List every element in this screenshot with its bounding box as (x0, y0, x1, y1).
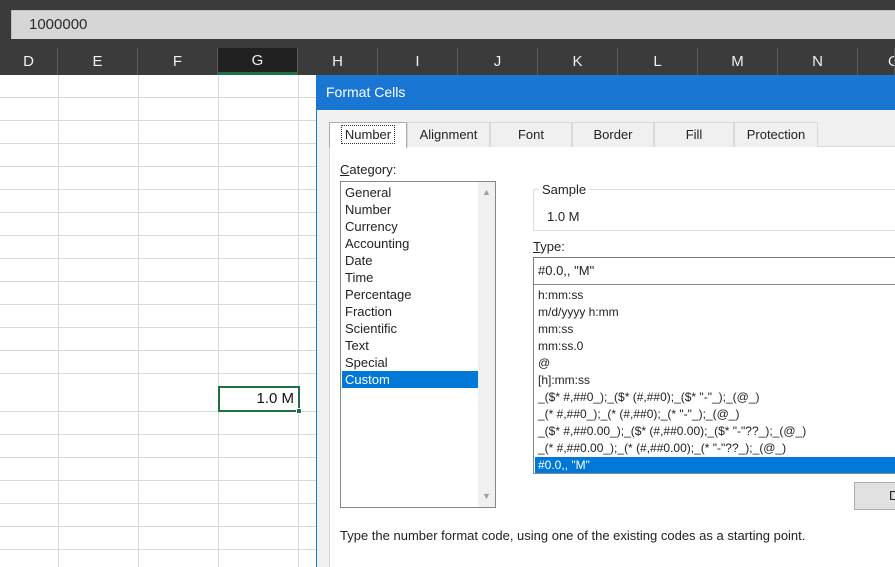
grid-line (0, 480, 316, 481)
dialog-title: Format Cells (326, 84, 406, 100)
category-list[interactable]: General Number Currency Accounting Date … (340, 181, 496, 508)
type-list-item[interactable]: h:mm:ss (535, 287, 895, 304)
hint-text: Type the number format code, using one o… (340, 528, 806, 543)
tab-label: Number (340, 125, 396, 144)
tab-font[interactable]: Font (490, 122, 572, 147)
category-item-time[interactable]: Time (342, 269, 496, 286)
grid-line (0, 549, 316, 550)
tab-border[interactable]: Border (572, 122, 654, 147)
column-header-e[interactable]: E (58, 48, 138, 75)
grid-line (0, 143, 316, 144)
column-header-h[interactable]: H (298, 48, 378, 75)
grid-line (138, 75, 139, 567)
category-item-custom[interactable]: Custom (342, 371, 495, 388)
category-item-special[interactable]: Special (342, 354, 496, 371)
type-list-item[interactable]: _($* #,##0_);_($* (#,##0);_($* "-"_);_(@… (535, 389, 895, 406)
format-cells-dialog: Format Cells Number Alignment Font Borde… (316, 75, 895, 567)
type-list-item[interactable]: mm:ss (535, 321, 895, 338)
column-header-i[interactable]: I (378, 48, 458, 75)
tab-alignment[interactable]: Alignment (407, 122, 490, 147)
sample-value: 1.0 M (547, 209, 580, 224)
category-item-text[interactable]: Text (342, 337, 496, 354)
grid-line (0, 281, 316, 282)
formula-bar: 1000000 (0, 0, 895, 48)
category-item-date[interactable]: Date (342, 252, 496, 269)
tab-label: Alignment (419, 127, 478, 142)
column-header-d[interactable]: D (0, 48, 58, 75)
type-list-item[interactable]: _($* #,##0.00_);_($* (#,##0.00);_($* "-"… (535, 423, 895, 440)
grid-line (58, 75, 59, 567)
grid-line (0, 434, 316, 435)
column-header-f[interactable]: F (138, 48, 218, 75)
column-header-l[interactable]: L (618, 48, 698, 75)
category-item-general[interactable]: General (342, 184, 496, 201)
type-label-text: ype: (540, 239, 565, 254)
column-header-j[interactable]: J (458, 48, 538, 75)
grid-line (0, 350, 316, 351)
grid-line (0, 189, 316, 190)
type-list-item[interactable]: mm:ss.0 (535, 338, 895, 355)
category-item-number[interactable]: Number (342, 201, 496, 218)
type-label: Type: (533, 239, 565, 254)
grid-line (0, 503, 316, 504)
formula-bar-gap (0, 10, 11, 39)
type-list-item-selected[interactable]: #0.0,, "M" (535, 457, 895, 473)
formula-input[interactable]: 1000000 (11, 10, 895, 39)
grid-line (218, 75, 219, 567)
active-cell[interactable]: 1.0 M (218, 386, 300, 412)
grid-line (0, 258, 316, 259)
column-header-g[interactable]: G (218, 48, 298, 75)
grid-line (0, 457, 316, 458)
grid-line (0, 327, 316, 328)
type-list-item[interactable]: [h]:mm:ss (535, 372, 895, 389)
grid-line (0, 97, 316, 98)
tab-number[interactable]: Number (329, 122, 407, 148)
sample-label: Sample (539, 182, 590, 197)
grid-line (0, 526, 316, 527)
category-item-percentage[interactable]: Percentage (342, 286, 496, 303)
tab-fill[interactable]: Fill (654, 122, 734, 147)
tab-label: Font (517, 127, 544, 142)
category-item-currency[interactable]: Currency (342, 218, 496, 235)
category-label-text: ategory: (349, 162, 397, 177)
grid-line (0, 304, 316, 305)
worksheet-grid[interactable]: 1.0 M (0, 75, 316, 567)
category-item-scientific[interactable]: Scientific (342, 320, 496, 337)
grid-line (0, 120, 316, 121)
dialog-titlebar[interactable]: Format Cells (317, 75, 895, 110)
category-label-accesskey: C (340, 162, 350, 177)
category-item-fraction[interactable]: Fraction (342, 303, 496, 320)
dialog-tabs: Number Alignment Font Border Fill Protec… (329, 122, 895, 148)
type-list-item[interactable]: _(* #,##0_);_(* (#,##0);_(* "-"_);_(@_) (535, 406, 895, 423)
grid-line (0, 373, 316, 374)
column-header-m[interactable]: M (698, 48, 778, 75)
type-list-item[interactable]: _(* #,##0.00_);_(* (#,##0.00);_(* "-"??_… (535, 440, 895, 457)
grid-line (298, 75, 299, 567)
tab-label: Fill (685, 127, 703, 142)
type-list-item[interactable]: @ (535, 355, 895, 372)
tab-protection[interactable]: Protection (734, 122, 818, 147)
type-list[interactable]: h:mm:ss m/d/yyyy h:mm mm:ss mm:ss.0 @ [h… (533, 284, 895, 474)
column-header-o[interactable]: O (858, 48, 895, 75)
fill-handle[interactable] (296, 408, 302, 414)
grid-line (0, 166, 316, 167)
category-label: Category: (340, 162, 396, 177)
category-item-accounting[interactable]: Accounting (342, 235, 496, 252)
tab-label: Protection (746, 127, 806, 142)
scroll-up-icon[interactable]: ▲ (478, 184, 495, 201)
delete-button[interactable]: D (854, 482, 895, 510)
scroll-down-icon[interactable]: ▼ (478, 488, 495, 505)
type-list-item[interactable]: m/d/yyyy h:mm (535, 304, 895, 321)
tab-label: Border (593, 127, 633, 142)
grid-line (0, 235, 316, 236)
column-headers: D E F G H I J K L M N O (0, 48, 895, 75)
grid-line (0, 212, 316, 213)
category-scrollbar[interactable]: ▲ ▼ (478, 182, 495, 507)
column-header-k[interactable]: K (538, 48, 618, 75)
column-header-n[interactable]: N (778, 48, 858, 75)
type-input[interactable]: #0.0,, "M" (533, 257, 895, 285)
